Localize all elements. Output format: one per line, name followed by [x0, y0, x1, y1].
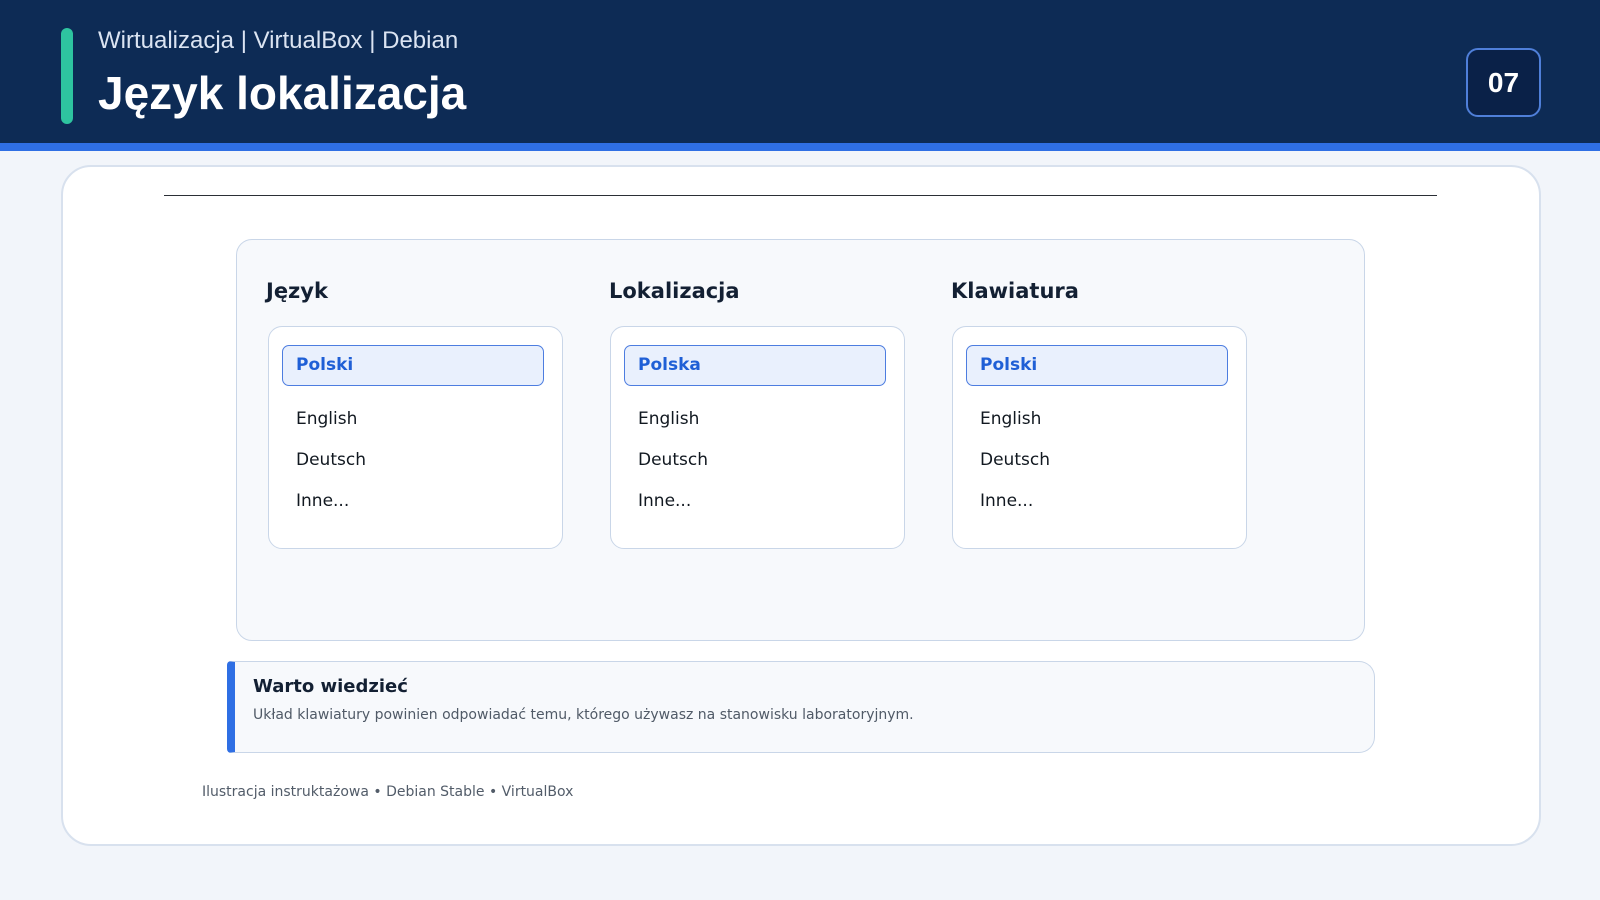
header-accent-bar	[0, 143, 1600, 151]
keyboard-listbox[interactable]: Polski English Deutsch Inne...	[952, 326, 1247, 549]
location-option-selected[interactable]: Polska	[624, 345, 886, 386]
location-option[interactable]: English	[638, 409, 699, 429]
tip-callout: Warto wiedzieć Układ klawiatury powinien…	[227, 661, 1375, 753]
slide-number-badge: 07	[1466, 48, 1541, 117]
divider-line	[164, 195, 1437, 196]
column-title-location: Lokalizacja	[609, 279, 740, 303]
language-option-selected[interactable]: Polski	[282, 345, 544, 386]
location-option[interactable]: Deutsch	[638, 450, 708, 470]
location-option[interactable]: Inne...	[638, 491, 691, 511]
footer-note: Ilustracja instruktażowa • Debian Stable…	[202, 784, 574, 800]
tip-title: Warto wiedzieć	[253, 676, 408, 697]
page-title: Język lokalizacja	[98, 67, 467, 119]
location-listbox[interactable]: Polska English Deutsch Inne...	[610, 326, 905, 549]
keyboard-option[interactable]: Inne...	[980, 491, 1033, 511]
keyboard-option-selected[interactable]: Polski	[966, 345, 1228, 386]
keyboard-option[interactable]: Deutsch	[980, 450, 1050, 470]
tip-text: Układ klawiatury powinien odpowiadać tem…	[253, 707, 914, 723]
header-accent-pill	[61, 28, 73, 124]
language-listbox[interactable]: Polski English Deutsch Inne...	[268, 326, 563, 549]
keyboard-option[interactable]: English	[980, 409, 1041, 429]
column-title-keyboard: Klawiatura	[951, 279, 1079, 303]
column-title-language: Język	[266, 279, 328, 303]
language-option[interactable]: English	[296, 409, 357, 429]
header-subtitle: Wirtualizacja | VirtualBox | Debian	[98, 27, 459, 54]
language-option[interactable]: Inne...	[296, 491, 349, 511]
language-option[interactable]: Deutsch	[296, 450, 366, 470]
